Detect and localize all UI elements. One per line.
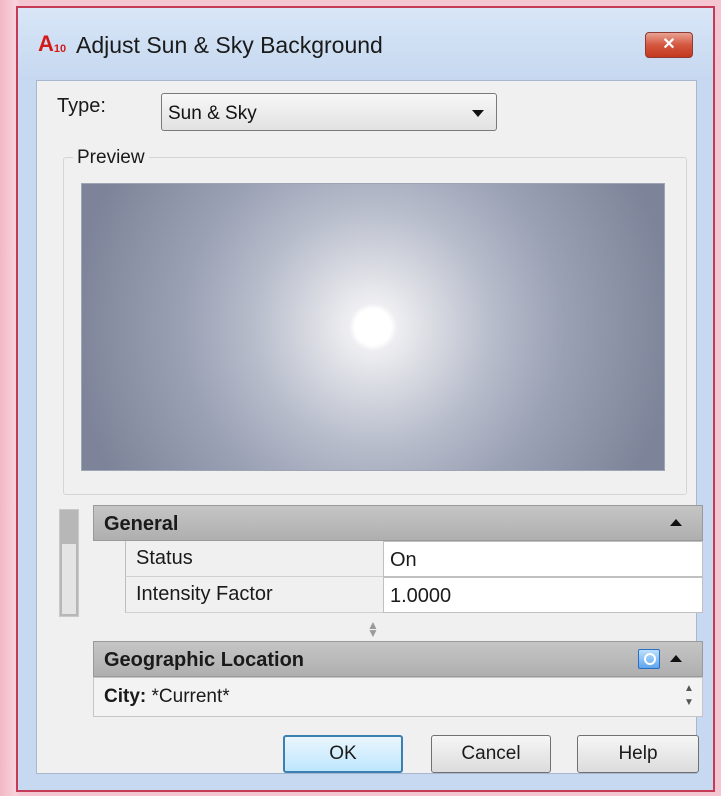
properties-scrollbar[interactable] [59, 509, 79, 617]
property-value[interactable]: On [383, 541, 703, 577]
ok-button[interactable]: OK [283, 735, 403, 773]
title-bar[interactable]: A10 Adjust Sun & Sky Background ✕ [18, 8, 713, 80]
close-icon: ✕ [662, 36, 676, 53]
geographic-location-section-title: Geographic Location [104, 649, 305, 671]
city-label: City: [104, 686, 147, 707]
city-field[interactable]: City: *Current* [104, 686, 230, 708]
property-name: Status [125, 541, 383, 577]
splitter-grip-icon[interactable]: ▲ ▼ [367, 619, 379, 639]
collapse-up-icon[interactable] [670, 655, 682, 662]
property-row-status[interactable]: Status On [125, 541, 703, 577]
geo-locate-icon[interactable] [638, 649, 660, 669]
property-name: Intensity Factor [125, 577, 383, 613]
preview-label: Preview [73, 147, 149, 169]
general-section-title: General [104, 513, 179, 535]
geographic-location-section-header[interactable]: Geographic Location [93, 641, 703, 677]
scrollbar-thumb[interactable] [62, 544, 76, 614]
window-title: Adjust Sun & Sky Background [76, 32, 383, 58]
help-button[interactable]: Help [577, 735, 699, 773]
general-section-header[interactable]: General [93, 505, 703, 541]
property-value[interactable]: 1.0000 [383, 577, 703, 613]
chevron-down-icon [472, 110, 484, 117]
geographic-location-body: City: *Current* ▲ ▼ [93, 677, 703, 717]
type-label: Type: [57, 95, 106, 117]
type-dropdown[interactable]: Sun & Sky [161, 93, 497, 131]
cancel-button[interactable]: Cancel [431, 735, 551, 773]
city-value: *Current* [151, 686, 230, 707]
spinner-icon[interactable]: ▲ ▼ [682, 682, 696, 712]
close-button[interactable]: ✕ [645, 32, 693, 58]
collapse-up-icon[interactable] [670, 519, 682, 526]
autocad-app-icon: A10 [38, 31, 67, 56]
sun-sky-preview-image [81, 183, 665, 471]
type-dropdown-value: Sun & Sky [168, 103, 257, 124]
property-row-intensity[interactable]: Intensity Factor 1.0000 [125, 577, 703, 613]
dialog-window: A10 Adjust Sun & Sky Background ✕ Type: … [16, 6, 715, 792]
dialog-client-area: Type: Sun & Sky Preview General Status O… [36, 80, 703, 774]
